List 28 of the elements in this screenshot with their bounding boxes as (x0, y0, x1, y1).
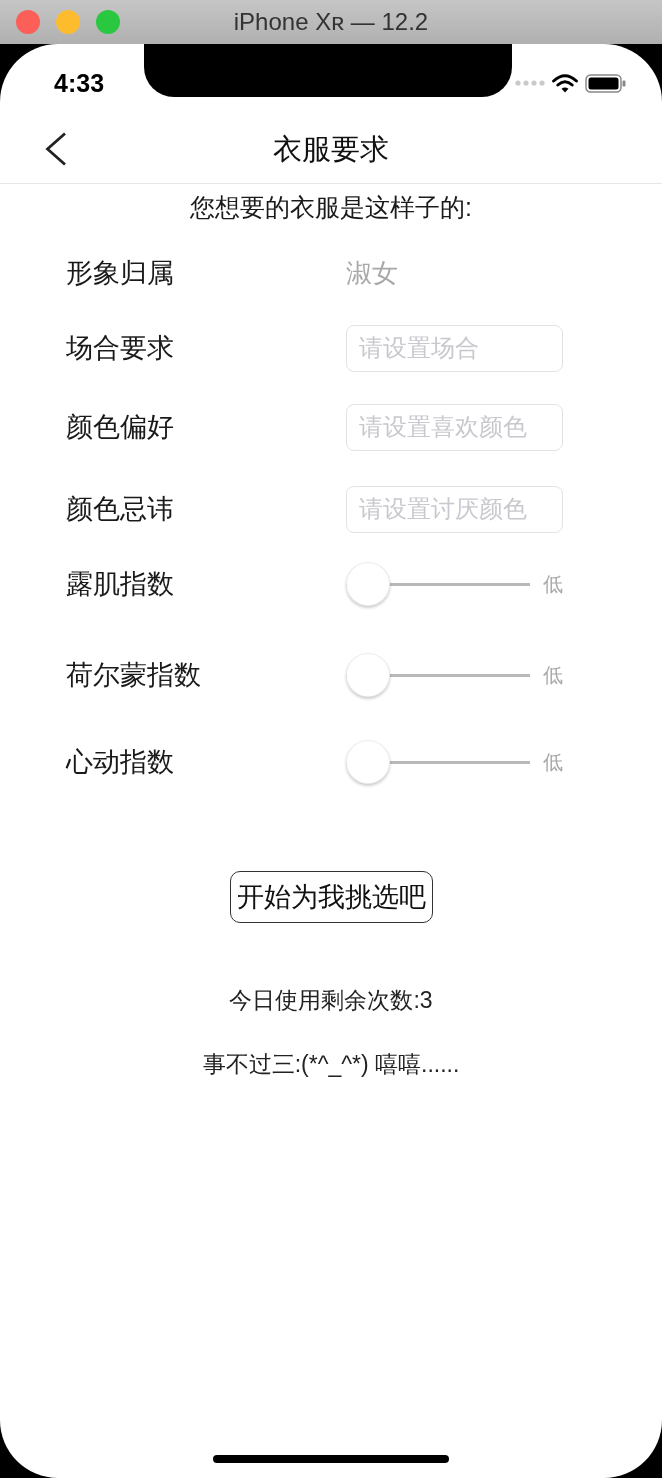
slider-thumb[interactable] (346, 653, 390, 697)
battery-icon (585, 73, 626, 93)
slider-thumb[interactable] (346, 562, 390, 606)
field-label: 露肌指数 (66, 568, 174, 601)
field-label: 荷尔蒙指数 (66, 659, 201, 692)
nav-title: 衣服要求 (273, 131, 389, 167)
window-minimize-button[interactable] (56, 10, 80, 34)
slider-reading: 低 (543, 572, 563, 597)
window-close-button[interactable] (16, 10, 40, 34)
slider-reading: 低 (543, 750, 563, 775)
field-label: 颜色偏好 (66, 411, 174, 444)
remaining-uses-text: 今日使用剩余次数:3 (229, 986, 433, 1015)
field-label: 场合要求 (66, 332, 174, 365)
chevron-left-icon (45, 131, 67, 166)
form-heading: 您想要的衣服是这样子的: (190, 192, 472, 222)
wifi-icon (552, 73, 578, 93)
field-label: 颜色忌讳 (66, 493, 174, 526)
note-text: 事不过三:(*^_^*) 嘻嘻...... (202, 1050, 460, 1079)
slider-reading: 低 (543, 663, 563, 688)
window-title: iPhone Xʀ — 12.2 (233, 7, 429, 37)
window-zoom-button[interactable] (96, 10, 120, 34)
field-label: 心动指数 (66, 746, 174, 779)
field-value: 淑女 (346, 257, 398, 290)
field-label: 形象归属 (66, 257, 174, 290)
slider-thumb[interactable] (346, 740, 390, 784)
status-time: 4:33 (54, 68, 105, 98)
start-selection-button[interactable]: 开始为我挑选吧 (229, 871, 433, 923)
cellular-signal-icon (515, 80, 545, 86)
